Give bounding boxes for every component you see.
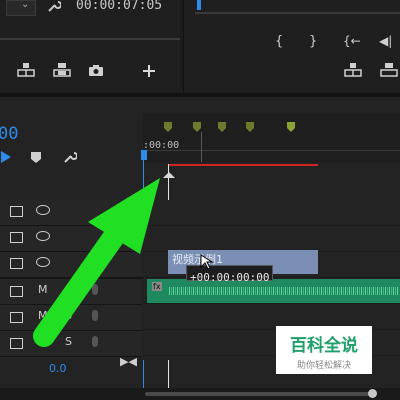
watermark-title: 百科全说 [290,336,358,356]
watermark-subtitle: 助你轻松解决 [296,361,351,371]
watermark: 百科全说 助你轻松解决 [276,326,372,374]
